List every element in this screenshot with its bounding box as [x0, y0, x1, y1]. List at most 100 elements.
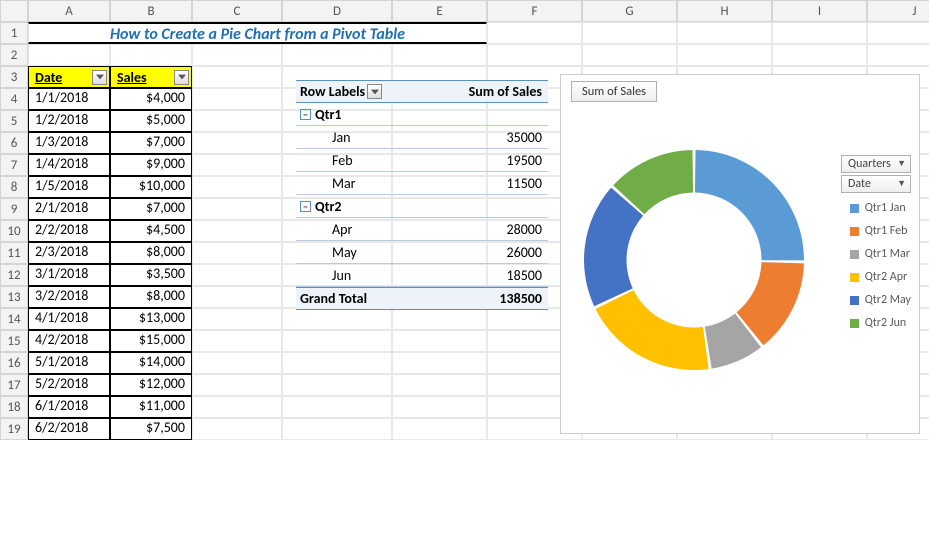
data-cell-date[interactable]: 2/1/2018 [28, 198, 110, 220]
data-cell-date[interactable]: 6/1/2018 [28, 396, 110, 418]
row-header-13[interactable]: 13 [0, 286, 28, 308]
legend-item[interactable]: Qtr2 May [850, 293, 911, 307]
pivot-row-labels-filter[interactable] [367, 84, 382, 99]
column-header-G[interactable]: G [582, 0, 677, 22]
donut-slice[interactable] [695, 150, 804, 260]
column-header-D[interactable]: D [282, 0, 392, 22]
cell[interactable] [192, 176, 282, 198]
cell[interactable] [282, 352, 392, 374]
legend-item[interactable]: Qtr1 Feb [850, 224, 911, 238]
cell[interactable] [392, 374, 487, 396]
cell[interactable] [192, 110, 282, 132]
pivot-group-row[interactable]: −Qtr2 [296, 195, 548, 218]
cell[interactable] [192, 220, 282, 242]
data-cell-date[interactable]: 1/2/2018 [28, 110, 110, 132]
column-header-E[interactable]: E [392, 0, 487, 22]
row-header-4[interactable]: 4 [0, 88, 28, 110]
row-header-16[interactable]: 16 [0, 352, 28, 374]
cell[interactable] [192, 264, 282, 286]
cell[interactable] [192, 88, 282, 110]
cell[interactable] [192, 396, 282, 418]
cell[interactable] [772, 44, 867, 66]
data-cell-date[interactable]: 1/1/2018 [28, 88, 110, 110]
data-cell-sales[interactable]: $9,000 [110, 154, 192, 176]
data-header-sales[interactable]: Sales [110, 66, 192, 88]
cell[interactable] [392, 308, 487, 330]
cell[interactable] [192, 44, 282, 66]
pivot-chart[interactable]: Sum of Sales QuartersDate Qtr1 JanQtr1 F… [560, 74, 920, 434]
pivot-item-row[interactable]: May26000 [296, 241, 548, 264]
row-header-12[interactable]: 12 [0, 264, 28, 286]
cell[interactable] [282, 308, 392, 330]
pivot-item-row[interactable]: Jun18500 [296, 264, 548, 287]
pivot-item-row[interactable]: Mar11500 [296, 172, 548, 195]
row-header-15[interactable]: 15 [0, 330, 28, 352]
cell[interactable] [192, 352, 282, 374]
cell[interactable] [677, 22, 772, 44]
column-header-I[interactable]: I [772, 0, 867, 22]
cell[interactable] [582, 22, 677, 44]
cell[interactable] [192, 374, 282, 396]
row-header-19[interactable]: 19 [0, 418, 28, 440]
data-cell-date[interactable]: 1/5/2018 [28, 176, 110, 198]
data-cell-sales[interactable]: $3,500 [110, 264, 192, 286]
cell[interactable] [28, 44, 110, 66]
date-filter-button[interactable] [92, 70, 107, 85]
cell[interactable] [867, 22, 929, 44]
cell[interactable] [282, 330, 392, 352]
row-header-9[interactable]: 9 [0, 198, 28, 220]
cell[interactable] [582, 44, 677, 66]
data-cell-date[interactable]: 1/4/2018 [28, 154, 110, 176]
cell[interactable] [392, 352, 487, 374]
donut-slice[interactable] [596, 290, 709, 370]
data-cell-sales[interactable]: $15,000 [110, 330, 192, 352]
column-header-J[interactable]: J [867, 0, 929, 22]
data-cell-sales[interactable]: $13,000 [110, 308, 192, 330]
pivot-item-row[interactable]: Apr28000 [296, 218, 548, 241]
data-cell-sales[interactable]: $11,000 [110, 396, 192, 418]
donut-slice[interactable] [584, 188, 643, 307]
cell[interactable] [192, 66, 282, 88]
column-header-A[interactable]: A [28, 0, 110, 22]
row-header-17[interactable]: 17 [0, 374, 28, 396]
data-cell-date[interactable]: 4/1/2018 [28, 308, 110, 330]
data-cell-date[interactable]: 5/2/2018 [28, 374, 110, 396]
data-cell-sales[interactable]: $14,000 [110, 352, 192, 374]
cell[interactable] [282, 374, 392, 396]
collapse-icon[interactable]: − [300, 201, 311, 212]
data-cell-sales[interactable]: $12,000 [110, 374, 192, 396]
data-cell-sales[interactable]: $10,000 [110, 176, 192, 198]
data-cell-date[interactable]: 2/2/2018 [28, 220, 110, 242]
cell[interactable] [392, 418, 487, 440]
select-all-cell[interactable] [0, 0, 28, 22]
sales-filter-button[interactable] [174, 70, 189, 85]
row-header-5[interactable]: 5 [0, 110, 28, 132]
data-cell-date[interactable]: 1/3/2018 [28, 132, 110, 154]
cell[interactable] [392, 396, 487, 418]
pivot-item-row[interactable]: Feb19500 [296, 149, 548, 172]
cell[interactable] [392, 44, 487, 66]
legend-item[interactable]: Qtr2 Apr [850, 270, 911, 284]
data-cell-date[interactable]: 5/1/2018 [28, 352, 110, 374]
data-cell-date[interactable]: 2/3/2018 [28, 242, 110, 264]
row-header-11[interactable]: 11 [0, 242, 28, 264]
data-cell-date[interactable]: 3/2/2018 [28, 286, 110, 308]
row-header-14[interactable]: 14 [0, 308, 28, 330]
row-header-3[interactable]: 3 [0, 66, 28, 88]
pivot-item-row[interactable]: Jan35000 [296, 126, 548, 149]
row-header-2[interactable]: 2 [0, 44, 28, 66]
data-cell-sales[interactable]: $4,500 [110, 220, 192, 242]
data-header-date[interactable]: Date [28, 66, 110, 88]
data-cell-sales[interactable]: $5,000 [110, 110, 192, 132]
cell[interactable] [192, 242, 282, 264]
cell[interactable] [192, 308, 282, 330]
data-cell-date[interactable]: 6/2/2018 [28, 418, 110, 440]
cell[interactable] [110, 44, 192, 66]
column-header-F[interactable]: F [487, 0, 582, 22]
cell[interactable] [282, 418, 392, 440]
chart-field-button-quarters[interactable]: Quarters [841, 155, 911, 173]
cell[interactable] [192, 286, 282, 308]
legend-item[interactable]: Qtr1 Mar [850, 247, 911, 261]
data-cell-sales[interactable]: $4,000 [110, 88, 192, 110]
data-cell-sales[interactable]: $7,500 [110, 418, 192, 440]
